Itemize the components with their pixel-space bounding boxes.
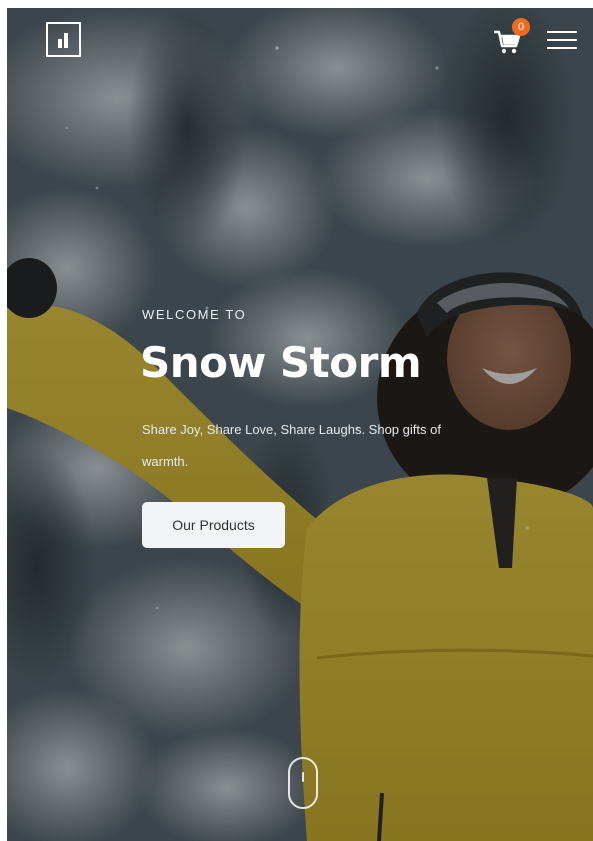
hero-section: 0 WELCOME TO Snow Storm Share Joy, Share… [7,8,593,841]
hero-kicker: WELCOME TO [142,307,247,322]
our-products-button[interactable]: Our Products [142,502,285,548]
cart-count-badge: 0 [512,18,530,36]
bar-chart-logo-icon[interactable] [46,22,81,57]
hero-subtitle: Share Joy, Share Love, Share Laughs. Sho… [142,422,441,469]
scroll-wheel-dot [302,772,304,782]
hero-title: Snow Storm [140,338,422,387]
hamburger-menu-icon[interactable] [547,30,577,50]
mouse-scroll-icon[interactable] [288,757,318,809]
